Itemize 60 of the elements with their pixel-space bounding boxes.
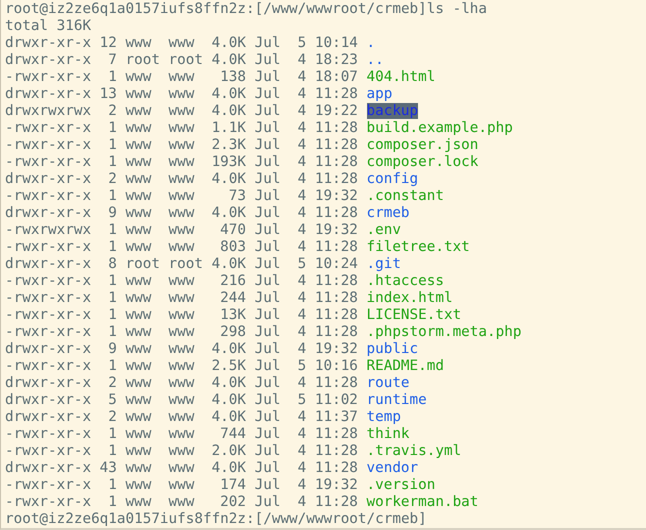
- file-name: think: [366, 426, 410, 442]
- file-name: .version: [366, 477, 436, 493]
- file-name: .constant: [366, 188, 444, 204]
- file-name: LICENSE.txt: [366, 307, 462, 323]
- file-details: drwxr-xr-x 2 www www 4.0K Jul 4 11:37: [5, 409, 358, 425]
- file-details: -rwxr-xr-x 1 www www 1.1K Jul 4 11:28: [5, 120, 358, 136]
- directory-name: .: [366, 35, 376, 51]
- file-name: .htaccess: [366, 273, 444, 289]
- file-name: composer.lock: [366, 154, 478, 170]
- file-details: drwxr-xr-x 43 www www 4.0K Jul 4 11:28: [5, 460, 358, 476]
- shell-prompt: root@iz2ze6q1a0157iufs8ffn2z:[/www/wwwroot/crmeb]: [5, 1, 427, 17]
- file-details: -rwxr-xr-x 1 www www 298 Jul 4 11:28: [5, 324, 358, 340]
- file-name: build.example.php: [366, 120, 513, 136]
- file-details: -rwxr-xr-x 1 www www 744 Jul 4 11:28: [5, 426, 358, 442]
- file-name: workerman.bat: [366, 494, 478, 510]
- file-name: 404.html: [366, 69, 436, 85]
- total-size: total 316K: [5, 18, 92, 34]
- directory-name: .git: [366, 256, 401, 272]
- directory-name: ..: [366, 52, 384, 68]
- file-details: -rwxr-xr-x 1 www www 193K Jul 4 11:28: [5, 154, 358, 170]
- file-name: README.md: [366, 358, 444, 374]
- file-details: -rwxr-xr-x 1 www www 13K Jul 4 11:28: [5, 307, 358, 323]
- file-details: -rwxr-xr-x 1 www www 73 Jul 4 19:32: [5, 188, 358, 204]
- command-text: ls -lha: [426, 1, 488, 17]
- file-name: composer.json: [366, 137, 478, 153]
- file-details: -rwxr-xr-x 1 www www 138 Jul 4 18:07: [5, 69, 358, 85]
- file-details: -rwxr-xr-x 1 www www 803 Jul 4 11:28: [5, 239, 358, 255]
- directory-name: vendor: [366, 460, 418, 476]
- directory-name: public: [366, 341, 418, 357]
- file-details: -rwxr-xr-x 1 www www 216 Jul 4 11:28: [5, 273, 358, 289]
- directory-name: crmeb: [366, 205, 410, 221]
- file-details: -rwxr-xr-x 1 www www 2.3K Jul 4 11:28: [5, 137, 358, 153]
- file-details: drwxrwxrwx 2 www www 4.0K Jul 4 19:22: [5, 103, 358, 119]
- directory-name: app: [366, 86, 392, 102]
- file-details: -rwxr-xr-x 1 www www 244 Jul 4 11:28: [5, 290, 358, 306]
- file-details: drwxr-xr-x 2 www www 4.0K Jul 4 11:28: [5, 171, 358, 187]
- file-name: .travis.yml: [366, 443, 462, 459]
- file-name: index.html: [366, 290, 453, 306]
- file-details: drwxr-xr-x 12 www www 4.0K Jul 5 10:14: [5, 35, 358, 51]
- file-details: -rwxr-xr-x 1 www www 174 Jul 4 19:32: [5, 477, 358, 493]
- directory-name: runtime: [366, 392, 427, 408]
- file-details: drwxr-xr-x 9 www www 4.0K Jul 4 19:32: [5, 341, 358, 357]
- file-details: -rwxr-xr-x 1 www www 2.5K Jul 5 10:16: [5, 358, 358, 374]
- directory-name: config: [366, 171, 418, 187]
- file-details: drwxr-xr-x 8 root root 4.0K Jul 5 10:24: [5, 256, 358, 272]
- file-name: filetree.txt: [366, 239, 470, 255]
- file-name: .env: [366, 222, 401, 238]
- directory-name: temp: [366, 409, 401, 425]
- directory-name: backup: [366, 103, 418, 119]
- file-details: drwxr-xr-x 13 www www 4.0K Jul 4 11:28: [5, 86, 358, 102]
- file-details: drwxr-xr-x 7 root root 4.0K Jul 4 18:23: [5, 52, 358, 68]
- file-name: .phpstorm.meta.php: [366, 324, 522, 340]
- file-details: -rwxr-xr-x 1 www www 2.0K Jul 4 11:28: [5, 443, 358, 459]
- file-details: drwxr-xr-x 2 www www 4.0K Jul 4 11:28: [5, 375, 358, 391]
- file-details: -rwxr-xr-x 1 www www 202 Jul 4 11:28: [5, 494, 358, 510]
- file-details: -rwxrwxrwx 1 www www 470 Jul 4 19:32: [5, 222, 358, 238]
- file-details: drwxr-xr-x 9 www www 4.0K Jul 4 11:28: [5, 205, 358, 221]
- shell-prompt: root@iz2ze6q1a0157iufs8ffn2z:[/www/wwwroot/crmeb]: [5, 511, 427, 527]
- file-details: drwxr-xr-x 5 www www 4.0K Jul 5 11:02: [5, 392, 358, 408]
- directory-name: route: [366, 375, 410, 391]
